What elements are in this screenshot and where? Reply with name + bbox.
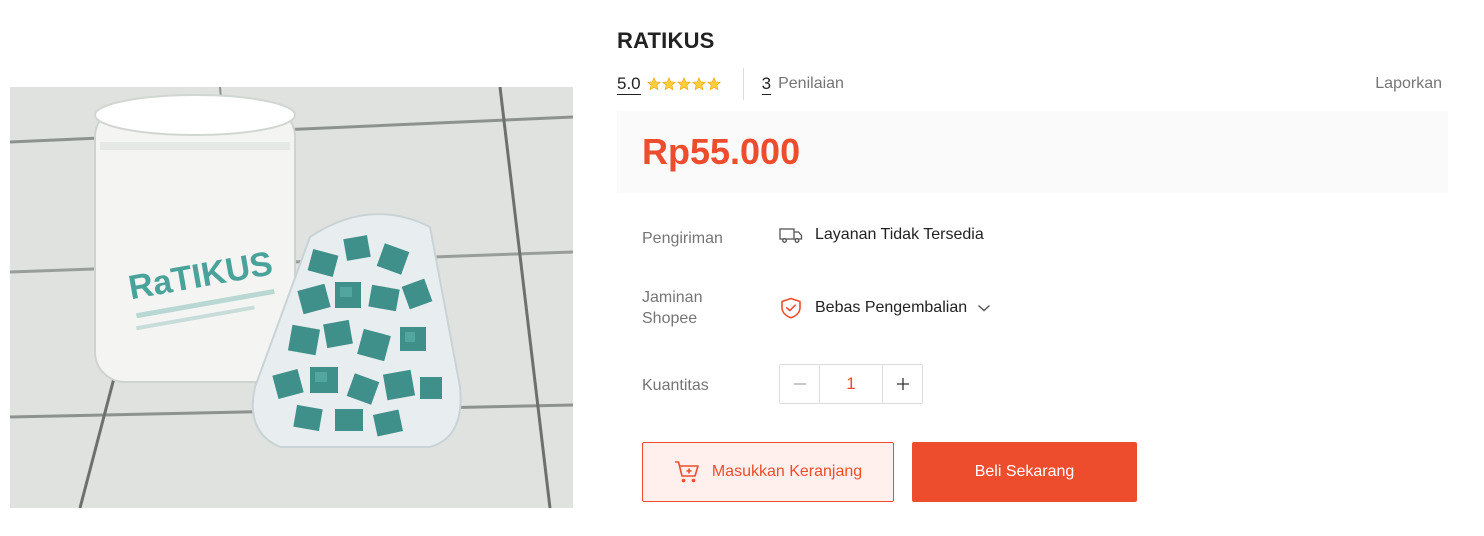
quantity-increase-button[interactable] — [883, 365, 922, 403]
review-label: Penilaian — [778, 75, 844, 92]
shipping-value: Layanan Tidak Tersedia — [779, 226, 984, 244]
star-icon — [706, 77, 721, 91]
product-title: RATIKUS — [617, 28, 715, 53]
star-icon — [676, 77, 691, 91]
shipping-label: Pengiriman — [642, 230, 723, 247]
buy-now-label: Beli Sekarang — [974, 463, 1075, 480]
guarantee-label-line2: Shopee — [642, 310, 698, 327]
shield-check-icon — [779, 297, 803, 319]
add-to-cart-label: Masukkan Keranjang — [711, 463, 863, 480]
star-icon — [691, 77, 706, 91]
rating-row: 5.0 3 Penilaian Laporkan — [617, 68, 1442, 100]
product-photo: RaTIKUS — [10, 87, 573, 508]
chevron-down-icon[interactable] — [977, 303, 991, 313]
add-to-cart-button[interactable]: Masukkan Keranjang — [642, 442, 894, 502]
guarantee-value[interactable]: Bebas Pengembalian — [779, 297, 991, 319]
price-section: Rp55.000 — [617, 111, 1448, 193]
plus-icon — [896, 378, 909, 390]
guarantee-label: Jaminan Shopee — [642, 287, 702, 329]
rating-divider — [742, 68, 744, 100]
quantity-label: Kuantitas — [642, 377, 709, 394]
quantity-input[interactable]: 1 — [819, 365, 883, 403]
guarantee-text: Bebas Pengembalian — [815, 299, 968, 316]
minus-icon — [793, 383, 806, 385]
shipping-status: Layanan Tidak Tersedia — [815, 226, 984, 243]
product-image[interactable]: RaTIKUS — [10, 87, 573, 508]
buy-now-button[interactable]: Beli Sekarang — [912, 442, 1137, 502]
guarantee-label-line1: Jaminan — [642, 289, 703, 306]
quantity-decrease-button[interactable] — [780, 365, 819, 403]
quantity-stepper: 1 — [779, 364, 923, 404]
truck-icon — [779, 226, 803, 244]
rating-stars — [646, 77, 721, 91]
star-icon — [661, 77, 676, 91]
star-icon — [646, 77, 661, 91]
cart-add-icon — [674, 460, 700, 484]
report-link[interactable]: Laporkan — [1375, 75, 1442, 93]
product-price: Rp55.000 — [642, 131, 801, 172]
review-count[interactable]: 3 — [761, 74, 772, 95]
rating-score[interactable]: 5.0 — [617, 74, 641, 95]
